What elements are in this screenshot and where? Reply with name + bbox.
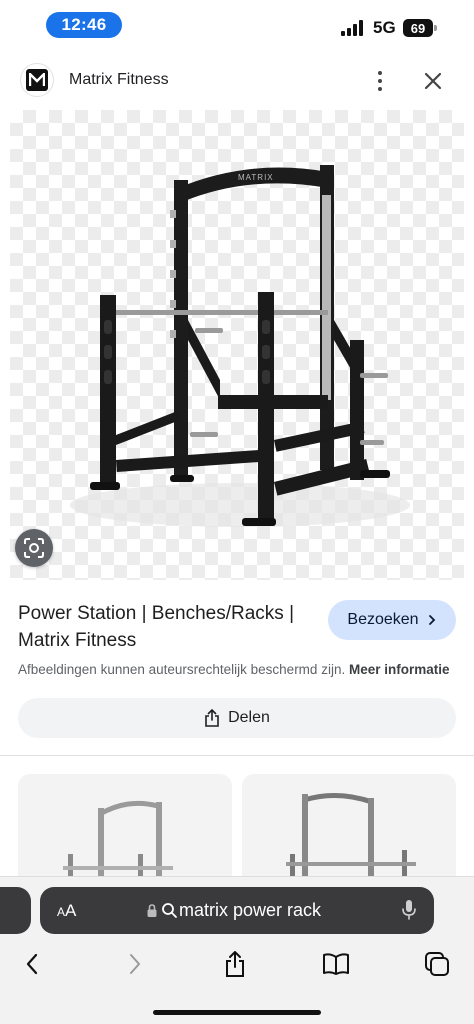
status-bar: 12:46 5G 69 [0,0,474,52]
result-title[interactable]: Power Station | Benches/Racks | Matrix F… [18,600,318,654]
lens-icon [24,538,44,558]
back-button[interactable] [16,948,48,980]
share-page-button[interactable] [219,948,251,980]
chevron-right-icon [428,615,435,625]
visit-button[interactable]: Bezoeken [328,600,456,640]
close-icon[interactable] [420,68,446,94]
google-lens-button[interactable] [15,529,53,567]
cellular-signal-icon [341,20,363,36]
power-rack-illustration: MATRIX [70,165,410,527]
bookmarks-button[interactable] [320,948,352,980]
section-divider [0,755,474,756]
matrix-logo-icon[interactable] [20,63,54,97]
forward-button[interactable] [119,948,151,980]
tabs-icon [425,952,449,976]
previous-tab-address-bar[interactable] [0,887,31,934]
search-icon [162,903,177,918]
copyright-text: Afbeeldingen kunnen auteursrechtelijk be… [18,662,346,677]
share-button[interactable]: Delen [18,698,456,738]
address-text[interactable]: matrix power rack [179,900,321,921]
network-type: 5G [373,18,396,37]
more-vert-icon[interactable] [369,68,391,94]
browser-bottom-toolbar [0,944,474,984]
home-indicator[interactable] [153,1010,321,1015]
microphone-icon[interactable] [401,899,417,921]
share-icon [205,709,219,727]
product-image[interactable]: MATRIX [10,110,464,580]
status-time[interactable]: 12:46 [46,12,122,38]
battery-icon: 69 [403,19,437,37]
brand-text: MATRIX [238,173,274,182]
image-viewer-header: Matrix Fitness [0,58,474,104]
address-bar[interactable]: AA matrix power rack [40,887,434,934]
tabs-button[interactable] [421,948,453,980]
chevron-right-icon [130,954,140,974]
share-label: Delen [228,709,270,726]
copyright-notice: Afbeeldingen kunnen auteursrechtelijk be… [18,662,468,677]
book-icon [323,953,349,975]
chevron-left-icon [26,953,38,975]
battery-level: 69 [410,20,426,36]
share-icon [226,951,244,977]
visit-button-label: Bezoeken [347,611,419,628]
lock-icon [147,904,157,917]
site-name[interactable]: Matrix Fitness [69,71,169,89]
more-info-link[interactable]: Meer informatie [349,662,450,677]
text-size-button[interactable]: AA [57,901,76,921]
